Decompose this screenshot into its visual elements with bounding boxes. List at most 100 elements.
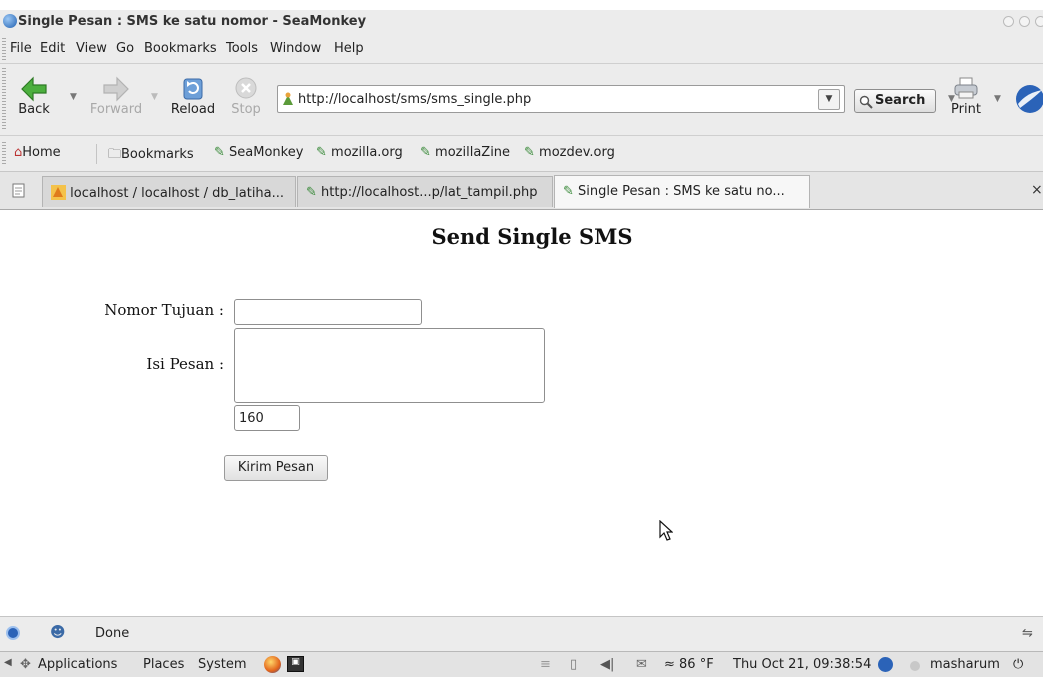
- print-button[interactable]: Print: [944, 76, 988, 117]
- tab-label: Single Pesan : SMS ke satu no...: [578, 184, 785, 199]
- volume-icon[interactable]: ◀|: [600, 657, 614, 672]
- user-status-icon: [910, 661, 920, 671]
- panel-scroll-left-icon[interactable]: ◀: [4, 657, 12, 668]
- status-bar: ☻ Done ⇋: [0, 616, 1043, 651]
- power-icon[interactable]: ⏻: [1013, 657, 1023, 672]
- menu-tools[interactable]: Tools: [226, 41, 258, 56]
- menu-go[interactable]: Go: [116, 41, 134, 56]
- tab-phpmyadmin[interactable]: localhost / localhost / db_latiha...: [42, 176, 296, 207]
- menu-window[interactable]: Window: [270, 41, 321, 56]
- menu-file[interactable]: File: [10, 41, 32, 56]
- bookmark-icon: ✎: [563, 184, 574, 199]
- places-menu[interactable]: Places: [143, 657, 184, 672]
- toolbar-grip[interactable]: [2, 38, 6, 60]
- search-label: Search: [875, 93, 926, 108]
- seamonkey-tray-icon[interactable]: [878, 657, 893, 672]
- wifi-icon[interactable]: ≡: [540, 657, 551, 672]
- forward-dropdown-icon[interactable]: ▼: [151, 92, 158, 102]
- reload-label: Reload: [170, 102, 216, 117]
- bookmark-mozdev-org[interactable]: ✎ mozdev.org: [524, 145, 615, 160]
- nomor-tujuan-input[interactable]: [234, 299, 422, 325]
- user-name[interactable]: masharum: [930, 657, 1000, 672]
- security-status-icon[interactable]: ☻: [50, 623, 66, 641]
- bookmarks-label: Bookmarks: [121, 147, 194, 162]
- printer-icon: [954, 77, 978, 99]
- tab-lat-tampil[interactable]: ✎ http://localhost...p/lat_tampil.php: [297, 176, 553, 207]
- bookmark-label: SeaMonkey: [229, 145, 304, 160]
- separator: [96, 144, 97, 164]
- bookmark-label: mozilla.org: [331, 145, 403, 160]
- folder-icon: 🗀: [108, 147, 122, 162]
- firefox-launcher-icon[interactable]: [264, 656, 281, 673]
- menu-bookmarks[interactable]: Bookmarks: [144, 41, 217, 56]
- menu-help[interactable]: Help: [334, 41, 364, 56]
- battery-icon[interactable]: ▯: [570, 657, 577, 672]
- seamonkey-icon: [3, 14, 17, 28]
- bookmark-mozilla-org[interactable]: ✎ mozilla.org: [316, 145, 403, 160]
- url-bar[interactable]: http://localhost/sms/sms_single.php: [277, 85, 845, 113]
- print-menu-dropdown-icon[interactable]: ▼: [994, 94, 1001, 104]
- back-arrow-icon: [21, 76, 47, 102]
- mail-icon[interactable]: ✉: [636, 657, 647, 672]
- phpmyadmin-icon: [51, 185, 66, 200]
- search-button[interactable]: Search: [854, 89, 936, 113]
- menu-view[interactable]: View: [76, 41, 107, 56]
- desktop-panel: ◀ ✥ Applications Places System ▣ ≡ ▯ ◀| …: [0, 651, 1043, 677]
- back-label: Back: [18, 102, 50, 117]
- stop-button[interactable]: Stop: [228, 76, 264, 117]
- home-label: Home: [22, 145, 61, 160]
- terminal-launcher-icon[interactable]: ▣: [287, 656, 304, 672]
- reload-button[interactable]: Reload: [166, 76, 220, 117]
- nomor-tujuan-label: Nomor Tujuan :: [104, 301, 224, 319]
- bookmark-icon: ✎: [524, 145, 535, 160]
- bookmark-icon: ✎: [214, 145, 225, 160]
- reload-icon: [183, 78, 203, 100]
- system-menu[interactable]: System: [198, 657, 246, 672]
- applications-menu[interactable]: Applications: [38, 657, 117, 672]
- tab-single-pesan[interactable]: ✎ Single Pesan : SMS ke satu no...: [554, 175, 810, 208]
- bookmark-icon: ✎: [306, 185, 317, 200]
- forward-button[interactable]: Forward: [84, 76, 148, 117]
- bookmark-mozillazine[interactable]: ✎ mozillaZine: [420, 145, 510, 160]
- isi-pesan-textarea[interactable]: [234, 328, 545, 403]
- online-status-icon[interactable]: [6, 626, 20, 640]
- window-titlebar[interactable]: Single Pesan : SMS ke satu nomor - SeaMo…: [0, 10, 1043, 34]
- bookmarks-menu-button[interactable]: 🗀Bookmarks: [108, 145, 194, 167]
- toolbar-grip[interactable]: [2, 142, 6, 166]
- bookmark-label: mozdev.org: [539, 145, 615, 160]
- mouse-pointer-icon: [659, 520, 673, 541]
- character-counter-field[interactable]: 160: [234, 405, 300, 431]
- menu-bar: File Edit View Go Bookmarks Tools Window…: [0, 34, 1043, 64]
- back-dropdown-icon[interactable]: ▼: [70, 92, 77, 102]
- new-tab-icon[interactable]: [10, 182, 28, 200]
- tab-label: http://localhost...p/lat_tampil.php: [321, 185, 538, 200]
- bookmark-seamonkey[interactable]: ✎ SeaMonkey: [214, 145, 303, 160]
- stop-label: Stop: [231, 102, 261, 117]
- tab-label: localhost / localhost / db_latiha...: [70, 186, 285, 201]
- maximize-button[interactable]: [1019, 16, 1030, 27]
- print-label: Print: [951, 102, 981, 117]
- home-button[interactable]: ⌂Home: [14, 145, 61, 160]
- bookmark-icon: ✎: [316, 145, 327, 160]
- seamonkey-throbber-icon[interactable]: [1012, 84, 1043, 114]
- connection-icon: ⇋: [1022, 626, 1033, 641]
- status-text: Done: [95, 626, 130, 641]
- page-content: Send Single SMS Nomor Tujuan : Isi Pesan…: [0, 210, 1043, 616]
- close-window-button[interactable]: [1035, 16, 1043, 27]
- close-tab-icon[interactable]: ×: [1031, 182, 1043, 198]
- minimize-button[interactable]: [1003, 16, 1014, 27]
- personal-toolbar: ⌂Home 🗀Bookmarks ✎ SeaMonkey ✎ mozilla.o…: [0, 136, 1043, 172]
- bookmark-icon: ✎: [420, 145, 431, 160]
- clock-text[interactable]: Thu Oct 21, 09:38:54: [733, 657, 871, 672]
- url-history-dropdown[interactable]: ▼: [818, 89, 840, 110]
- menu-edit[interactable]: Edit: [40, 41, 65, 56]
- weather-text[interactable]: ≈ 86 °F: [664, 657, 714, 672]
- kirim-pesan-button[interactable]: Kirim Pesan: [224, 455, 328, 481]
- toolbar-grip[interactable]: [2, 68, 6, 130]
- back-button[interactable]: Back: [14, 76, 54, 117]
- stop-icon: [235, 77, 257, 99]
- magnifier-icon: [859, 95, 873, 109]
- isi-pesan-label: Isi Pesan :: [146, 355, 224, 373]
- page-title: Send Single SMS: [431, 224, 633, 249]
- window-title: Single Pesan : SMS ke satu nomor - SeaMo…: [18, 14, 367, 29]
